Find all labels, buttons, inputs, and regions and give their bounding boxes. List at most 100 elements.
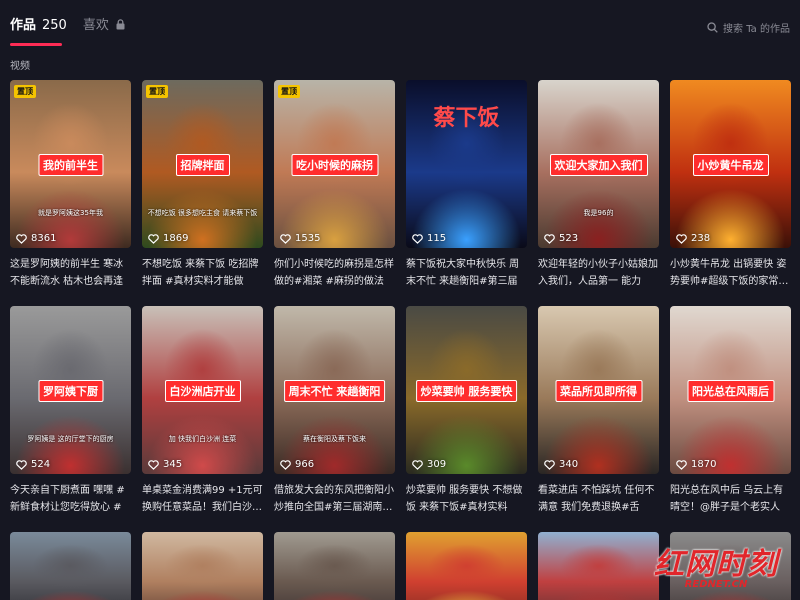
- like-count: 8361: [16, 233, 56, 244]
- video-card[interactable]: 置顶吃小时候的麻拐 1535 你们小时候吃的麻拐是怎样做的#湘菜 #麻拐的做法: [274, 80, 395, 290]
- video-title[interactable]: 你们小时候吃的麻拐是怎样做的#湘菜 #麻拐的做法: [274, 256, 395, 290]
- video-thumbnail[interactable]: 置顶吃小时候的麻拐 1535: [274, 80, 395, 248]
- search-works[interactable]: 搜索 Ta 的作品: [707, 20, 790, 35]
- like-count-value: 340: [559, 459, 579, 470]
- like-count: 1869: [148, 233, 188, 244]
- video-card[interactable]: 白沙洲店开业加 快我们白沙洲 连菜 345 单桌菜金消费满99 +1元可换购任意菜品…: [142, 306, 263, 516]
- video-thumbnail[interactable]: 9月24号试营业: [538, 532, 659, 600]
- video-card[interactable]: 9月24号试营业: [538, 532, 659, 600]
- video-title[interactable]: 单桌菜金消费满99 +1元可换购任意菜品！我们白沙…: [142, 482, 263, 516]
- like-count: 966: [280, 459, 314, 470]
- video-thumbnail[interactable]: 蔡下饭 115: [406, 80, 527, 248]
- video-thumbnail[interactable]: 置顶我的前半生就是罗阿姨这35年我 8361: [10, 80, 131, 248]
- video-thumbnail[interactable]: 炒菜要帅 服务要快 309: [406, 306, 527, 474]
- pinned-badge: 置顶: [278, 85, 300, 98]
- video-overlay-title: 蔡下饭: [433, 105, 500, 131]
- video-overlay-title: 白沙洲店开业: [164, 380, 241, 402]
- video-card[interactable]: 小炒黄牛吊龙 238 小炒黄牛吊龙 出锅要快 姿势要帅#超级下饭的家常…: [670, 80, 791, 290]
- video-title[interactable]: 今天亲自下厨煮面 嘿嘿 #新鲜食材让您吃得放心 #人…: [10, 482, 131, 516]
- like-count-value: 8361: [31, 233, 57, 244]
- video-card[interactable]: 白沙洲店只营: [10, 532, 131, 600]
- video-subtitle: 罗阿姨是 这的厅堂下的厨房: [27, 435, 114, 443]
- video-overlay-title: 吃小时候的麻拐: [291, 154, 378, 176]
- video-overlay-title: 菜品所见即所得: [555, 380, 642, 402]
- heart-icon: [16, 459, 27, 470]
- like-count: 345: [148, 459, 182, 470]
- video-overlay-title: 招牌拌面: [175, 154, 230, 176]
- video-title[interactable]: 借旅发大会的东风把衡阳小炒推向全国#第三届湖南…: [274, 482, 395, 516]
- search-placeholder: 搜索 Ta 的作品: [723, 24, 790, 35]
- video-card[interactable]: 罗阿姨下厨罗阿姨是 这的厅堂下的厨房 524 今天亲自下厨煮面 嘿嘿 #新鲜食材让您…: [10, 306, 131, 516]
- heart-icon: [148, 233, 159, 244]
- video-card[interactable]: 阳光总在风雨后 1870 阳光总在风中后 乌云上有晴空！@胖子是个老实人 #…: [670, 306, 791, 516]
- heart-icon: [544, 233, 555, 244]
- video-card[interactable]: 白沙洲店排队通知: [142, 532, 263, 600]
- like-count: 523: [544, 233, 578, 244]
- video-card[interactable]: 置顶招牌拌面不想吃饭 很多想吃主食 请来蔡下饭 1869 不想吃饭 来蔡下饭 吃招牌…: [142, 80, 263, 290]
- video-card[interactable]: 下饭: [406, 532, 527, 600]
- like-count-value: 524: [31, 459, 51, 470]
- tab-likes[interactable]: 喜欢: [83, 14, 125, 45]
- like-count-value: 345: [163, 459, 183, 470]
- tab-works[interactable]: 作品 250: [10, 14, 67, 46]
- video-thumbnail[interactable]: 菜品所见即所得 340: [538, 306, 659, 474]
- video-overlay-title: 欢迎大家加入我们: [549, 154, 648, 176]
- tab-works-label: 作品: [10, 18, 37, 33]
- tab-works-count: 250: [42, 18, 67, 33]
- video-subtitle: 就是罗阿姨这35年我: [38, 209, 103, 217]
- video-card[interactable]: 炒菜要帅 服务要快 309 炒菜要帅 服务要快 不想做饭 来蔡下饭#真材实料才…: [406, 306, 527, 516]
- video-thumbnail[interactable]: 置顶招牌拌面不想吃饭 很多想吃主食 请来蔡下饭 1869: [142, 80, 263, 248]
- video-thumbnail[interactable]: 罗阿姨下厨罗阿姨是 这的厅堂下的厨房 524: [10, 306, 131, 474]
- like-count-value: 523: [559, 233, 579, 244]
- video-thumbnail[interactable]: 小炒黄牛吊龙 238: [670, 80, 791, 248]
- like-count: 1870: [676, 459, 716, 470]
- profile-tabs: 作品 250 喜欢: [10, 14, 125, 46]
- video-title[interactable]: 炒菜要帅 服务要快 不想做饭 来蔡下饭#真材实料才…: [406, 482, 527, 516]
- video-card[interactable]: 蔡下饭 115 蔡下饭祝大家中秋快乐 周末不忙 来趟衡阳#第三届湖…: [406, 80, 527, 290]
- pinned-badge: 置顶: [14, 85, 36, 98]
- like-count-value: 1535: [295, 233, 321, 244]
- video-thumbnail[interactable]: 白沙洲店排队通知: [142, 532, 263, 600]
- video-thumbnail[interactable]: 白沙洲店只营: [10, 532, 131, 600]
- video-card[interactable]: 菜品所见即所得 340 看菜进店 不怕踩坑 任何不满意 我们免费退换#舌尖…: [538, 306, 659, 516]
- video-thumbnail[interactable]: 阳光总在风雨后 1870: [670, 306, 791, 474]
- video-card[interactable]: 欢迎大家加入我们我是96的 523 欢迎年轻的小伙子小姑娘加入我们，人品第一 能力第…: [538, 80, 659, 290]
- video-title[interactable]: 阳光总在风中后 乌云上有晴空！@胖子是个老实人 #…: [670, 482, 791, 516]
- video-thumbnail[interactable]: 白沙洲店开业加 快我们白沙洲 连菜 345: [142, 306, 263, 474]
- video-title[interactable]: 看菜进店 不怕踩坑 任何不满意 我们免费退换#舌尖…: [538, 482, 659, 516]
- heart-icon: [412, 233, 423, 244]
- video-thumbnail[interactable]: 下饭: [406, 532, 527, 600]
- video-grid: 置顶我的前半生就是罗阿姨这35年我 8361 这是罗阿姨的前半生 寒冰不能断流水 枯…: [10, 80, 796, 600]
- like-count: 1535: [280, 233, 320, 244]
- video-title[interactable]: 蔡下饭祝大家中秋快乐 周末不忙 来趟衡阳#第三届湖…: [406, 256, 527, 290]
- heart-icon: [676, 459, 687, 470]
- video-thumbnail[interactable]: 周末不忙 来趟衡阳 蔡在衡阳及蔡下饭来 966: [274, 306, 395, 474]
- video-title[interactable]: 欢迎年轻的小伙子小姑娘加入我们，人品第一 能力第…: [538, 256, 659, 290]
- video-overlay-title: 我的前半生: [38, 154, 103, 176]
- video-overlay-title: 罗阿姨下厨: [38, 380, 103, 402]
- heart-icon: [16, 233, 27, 244]
- heart-icon: [280, 459, 291, 470]
- video-title[interactable]: 这是罗阿姨的前半生 寒冰不能断流水 枯木也会再逢春…: [10, 256, 131, 290]
- video-subtitle: 不想吃饭 很多想吃主食 请来蔡下饭: [147, 209, 258, 217]
- video-thumbnail[interactable]: 谁终菜来不睡: [274, 532, 395, 600]
- video-title[interactable]: 不想吃饭 来蔡下饭 吃招牌拌面 #真材实料才能做出…: [142, 256, 263, 290]
- search-icon: [707, 22, 718, 33]
- heart-icon: [280, 233, 291, 244]
- video-thumbnail[interactable]: 欢迎大家加入我们 我是96的 523: [538, 80, 659, 248]
- heart-icon: [676, 233, 687, 244]
- like-count-value: 238: [691, 233, 711, 244]
- video-card[interactable]: 谁终菜来不睡: [274, 532, 395, 600]
- rednet-watermark: 红网时刻 REDNET.CN: [654, 539, 778, 590]
- heart-icon: [412, 459, 423, 470]
- video-title[interactable]: 小炒黄牛吊龙 出锅要快 姿势要帅#超级下饭的家常…: [670, 256, 791, 290]
- tab-likes-label: 喜欢: [82, 18, 109, 33]
- like-count-value: 1870: [691, 459, 717, 470]
- like-count: 524: [16, 459, 50, 470]
- like-count: 115: [412, 233, 446, 244]
- video-subtitle: 蔡在衡阳及蔡下饭来: [303, 435, 366, 443]
- video-card[interactable]: 周末不忙 来趟衡阳 蔡在衡阳及蔡下饭来 966 借旅发大会的东风把衡阳小炒推向全国#第…: [274, 306, 395, 516]
- pinned-badge: 置顶: [146, 85, 168, 98]
- like-count-value: 115: [427, 233, 447, 244]
- video-card[interactable]: 置顶我的前半生就是罗阿姨这35年我 8361 这是罗阿姨的前半生 寒冰不能断流水 枯…: [10, 80, 131, 290]
